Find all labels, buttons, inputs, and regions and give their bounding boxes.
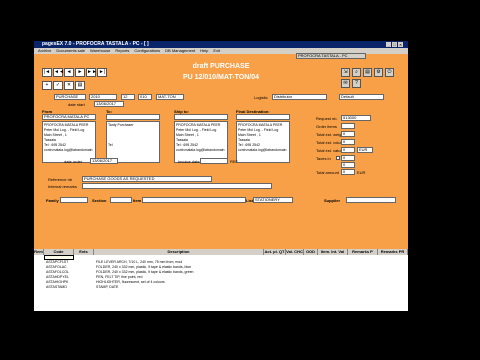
supplier-label: Supplier: [324, 198, 341, 203]
list-select[interactable]: STATIONERY: [253, 197, 293, 203]
export-icon[interactable]: ⇲: [341, 68, 350, 77]
address-line: Tel: [108, 143, 113, 147]
item-label: Item: [133, 198, 142, 203]
next-record-button[interactable]: ►: [75, 68, 85, 77]
prev-record-button[interactable]: ◄: [64, 68, 74, 77]
warehouse-select[interactable]: Default: [339, 94, 384, 100]
exit-icon[interactable]: ⏻: [385, 68, 394, 77]
order-items-label: Order items: [316, 124, 337, 129]
next-page-button[interactable]: ►►: [86, 68, 97, 77]
settings-icon[interactable]: ⚙: [374, 68, 383, 77]
to-address[interactable]: Tardy Purchaser Tel: [106, 121, 160, 163]
currency-select[interactable]: EUR: [357, 147, 373, 153]
logistic-label: Logistic: [254, 95, 268, 100]
logistic-select[interactable]: Distributor: [272, 94, 327, 100]
total-amount-currency: EUR: [357, 170, 366, 175]
supplier-select[interactable]: [346, 197, 396, 203]
title-bar: pagesEX 7.0 - PROFOCRA TASTALA - PC - [ …: [34, 41, 408, 48]
application-window: pagesEX 7.0 - PROFOCRA TASTALA - PC - [ …: [34, 41, 408, 311]
grid-cell-description: STAMP, DATE: [96, 285, 119, 289]
internal-remarks-input[interactable]: [82, 183, 272, 189]
final-destination-address[interactable]: PROFOCRA MATALA PEER Peter Mol Log. - Fi…: [236, 121, 290, 163]
reference-input[interactable]: PURCHASE GOODS AS REQUESTED: [82, 176, 212, 182]
date-order-input[interactable]: 13/06/2017: [90, 158, 118, 164]
address-line: contr.matala.log@latrandomain: [44, 148, 93, 152]
doc-type-select[interactable]: PURCHASE: [54, 94, 86, 100]
total-amount-input[interactable]: 0: [341, 169, 355, 175]
order-items-input[interactable]: [341, 123, 355, 129]
first-record-button[interactable]: |◄: [42, 68, 52, 77]
date-start-input[interactable]: 13/06/2017: [94, 101, 124, 107]
window-title: pagesEX 7.0 - PROFOCRA TASTALA - PC - [ …: [42, 41, 149, 47]
grid-cell-code: ASTASTAMD: [46, 285, 67, 289]
last-record-button[interactable]: ►|: [97, 68, 107, 77]
close-button[interactable]: ×: [398, 42, 403, 47]
address-line: contr.matala.log@latrandomain: [238, 148, 287, 152]
doc-series-input[interactable]: 12: [121, 94, 135, 100]
help-icon[interactable]: ?: [352, 79, 361, 88]
address-line: contr.matala.log@latrandomain: [176, 148, 225, 152]
items-grid[interactable]: ASTAPCF1ST FILE LEVER ARCH, 7/10 L, 240 m…: [34, 255, 408, 311]
date-start-label: date start: [68, 102, 85, 107]
request-nb-input[interactable]: 513000: [341, 115, 371, 121]
doc-unit-select[interactable]: MAT-TON: [156, 94, 184, 100]
section-label: Section: [92, 198, 107, 203]
internal-remarks-label: Internal remarks: [48, 184, 77, 189]
document-status: draft PURCHASE: [192, 63, 250, 70]
maximize-button[interactable]: □: [392, 42, 397, 47]
doc-number-input[interactable]: 010: [138, 94, 152, 100]
delete-record-button[interactable]: ✕: [64, 81, 74, 90]
ref-label: REF: [230, 159, 238, 164]
print-button[interactable]: ▤: [75, 81, 85, 90]
new-record-button[interactable]: +: [42, 81, 52, 90]
total-value-input[interactable]: 0: [341, 147, 355, 153]
header-right-label: PROFOCRA TASTALA - PC: [296, 53, 366, 59]
invoice-date-input[interactable]: [200, 158, 228, 164]
from-select[interactable]: PROFOCRA MATALA PC: [42, 114, 96, 120]
toolbar: |◄ ◄◄ ◄ ► ►► ►| + ✓ ✕ ▤ draft PURCHASE P…: [34, 53, 408, 117]
date-order-label: date order: [64, 159, 83, 164]
prev-page-button[interactable]: ◄◄: [53, 68, 64, 77]
item-select[interactable]: [142, 197, 246, 203]
invoice-date-label: Invoice date: [178, 159, 200, 164]
search-icon[interactable]: ⌕: [352, 68, 361, 77]
family-select[interactable]: [60, 197, 88, 203]
total-weight-input[interactable]: 0: [341, 131, 355, 137]
document-number: PU 12/010/MAT-TON/04: [183, 74, 259, 81]
to-select[interactable]: [106, 114, 160, 120]
taxes-input[interactable]: 0: [341, 155, 355, 161]
doc-year-select[interactable]: 2010: [89, 94, 117, 100]
print-icon[interactable]: ▤: [363, 68, 372, 77]
total-amount-label: Total amount: [316, 170, 339, 175]
final-destination-select[interactable]: [236, 114, 290, 120]
minimize-button[interactable]: _: [386, 42, 391, 47]
total-volume-input[interactable]: 0: [341, 139, 355, 145]
request-nb-label: Request nb.: [316, 116, 338, 121]
taxes-checkbox[interactable]: [336, 156, 340, 160]
attach-icon[interactable]: ✉: [341, 79, 350, 88]
from-address[interactable]: PROFOCRA MATALA PEER Peter Mol Log. - Fi…: [42, 121, 96, 163]
taxes-amount-input[interactable]: 0: [341, 162, 355, 168]
ship-to-select[interactable]: [174, 114, 228, 120]
table-row[interactable]: ASTASTAMD STAMP, DATE: [34, 285, 408, 290]
save-record-button[interactable]: ✓: [53, 81, 63, 90]
taxes-label: Taxes in: [316, 156, 331, 161]
family-label: Family: [46, 198, 59, 203]
ship-to-address[interactable]: PROFOCRA MATALA PEER Peter Mol Log. - Fi…: [174, 121, 228, 163]
reference-label: Reference nb: [48, 177, 73, 182]
section-select[interactable]: [110, 197, 132, 203]
